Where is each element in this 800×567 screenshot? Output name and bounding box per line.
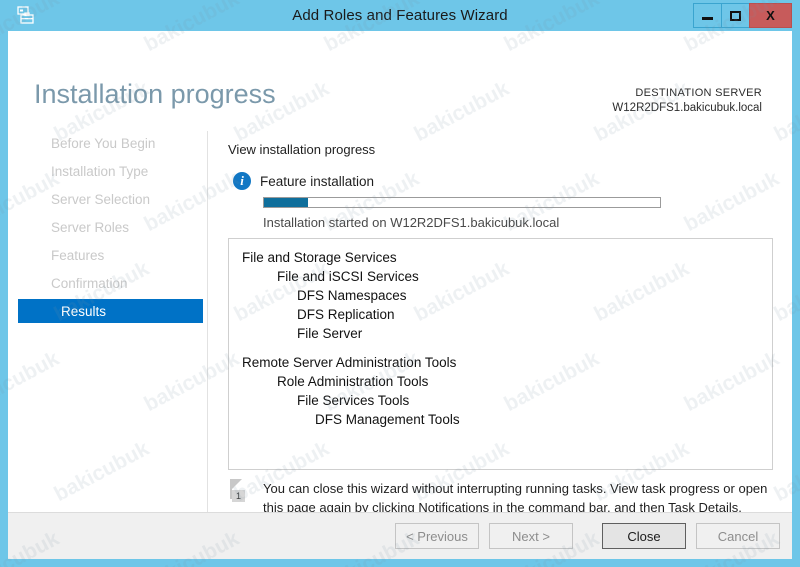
progress-status-text: Installation started on W12R2DFS1.bakicu… xyxy=(263,215,560,230)
previous-button: < Previous xyxy=(395,523,479,549)
close-button[interactable]: Close xyxy=(602,523,686,549)
sidebar-item-results[interactable]: Results xyxy=(18,299,203,323)
close-button[interactable]: X xyxy=(749,3,792,28)
installation-progress-bar xyxy=(263,197,661,208)
sidebar-item-features[interactable]: Features xyxy=(8,243,207,267)
notification-badge: 1 xyxy=(232,490,245,502)
tree-item: DFS Management Tools xyxy=(315,412,460,427)
notification-flag-icon: 1 xyxy=(228,479,252,509)
tree-item: File and iSCSI Services xyxy=(277,269,419,284)
installed-components-list: File and Storage Services File and iSCSI … xyxy=(228,238,773,470)
info-icon: i xyxy=(233,172,251,190)
wizard-navigation: Before You Begin Installation Type Server … xyxy=(8,131,208,541)
page-header: Installation progress DESTINATION SERVER… xyxy=(8,31,792,115)
feature-installation-label: Feature installation xyxy=(260,173,375,189)
main-panel: View installation progress i Feature ins… xyxy=(208,131,792,559)
progress-bar-fill xyxy=(264,198,308,207)
tree-item: DFS Replication xyxy=(297,307,395,322)
title-bar: Add Roles and Features Wizard X xyxy=(8,0,792,31)
tree-item: Remote Server Administration Tools xyxy=(242,355,457,370)
sidebar-item-server-selection[interactable]: Server Selection xyxy=(8,187,207,211)
page-title: Installation progress xyxy=(34,79,276,109)
tree-item: File and Storage Services xyxy=(242,250,397,265)
sidebar-item-server-roles[interactable]: Server Roles xyxy=(8,215,207,239)
sidebar-item-installation-type[interactable]: Installation Type xyxy=(8,159,207,183)
cancel-button: Cancel xyxy=(696,523,780,549)
destination-server-block: DESTINATION SERVER W12R2DFS1.bakicubuk.l… xyxy=(612,86,762,116)
feature-installation-row: i Feature installation xyxy=(233,172,374,190)
tree-item: File Services Tools xyxy=(297,393,410,408)
minimize-button[interactable] xyxy=(693,3,722,28)
section-caption: View installation progress xyxy=(228,142,376,157)
sidebar-item-before-you-begin[interactable]: Before You Begin xyxy=(8,131,207,155)
window-controls: X xyxy=(693,3,792,28)
sidebar-item-confirmation[interactable]: Confirmation xyxy=(8,271,207,295)
minimize-icon xyxy=(702,16,713,20)
wizard-button-row: < Previous Next > Close Cancel xyxy=(385,523,780,549)
client-area: Installation progress DESTINATION SERVER… xyxy=(8,31,792,559)
maximize-button[interactable] xyxy=(721,3,750,28)
body-split: Before You Begin Installation Type Server … xyxy=(8,131,792,559)
destination-server-label: DESTINATION SERVER xyxy=(635,87,762,99)
server-toolbox-icon xyxy=(10,0,40,31)
footer-bar: < Previous Next > Close Cancel xyxy=(8,512,792,559)
window-title: Add Roles and Features Wizard xyxy=(292,7,508,24)
tree-item: Role Administration Tools xyxy=(277,374,429,389)
tree-item: DFS Namespaces xyxy=(297,288,407,303)
wizard-window: Add Roles and Features Wizard X Installa… xyxy=(0,0,800,567)
tree-item: File Server xyxy=(297,326,363,341)
destination-server-value: W12R2DFS1.bakicubuk.local xyxy=(612,102,762,114)
next-button: Next > xyxy=(489,523,573,549)
tree-group-gap xyxy=(229,343,772,353)
maximize-icon xyxy=(730,10,741,21)
